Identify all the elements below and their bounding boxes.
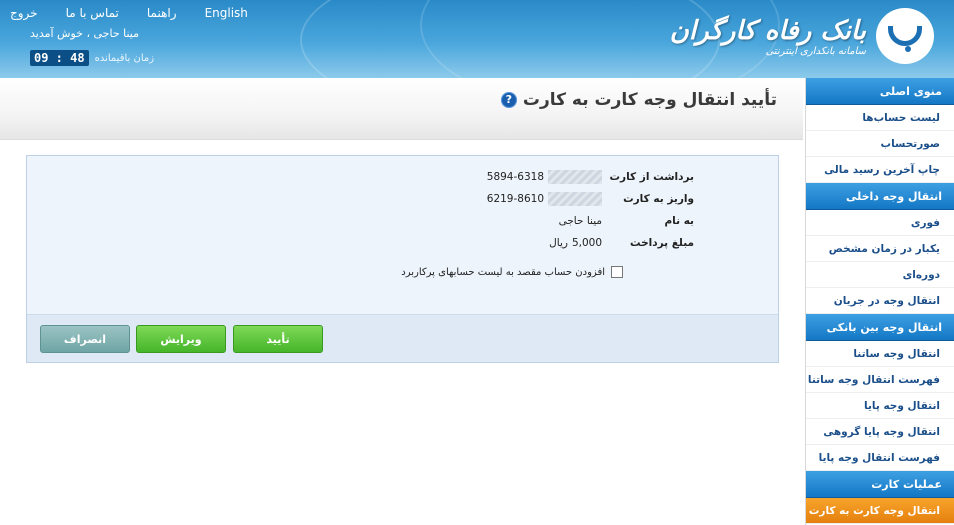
sidebar-menu: منوی اصلی لیست حساب‌ها صورتحساب چاپ آخری… [805,78,954,525]
amount-unit: ریال [549,237,568,249]
recipient-row: به نام مینا حاجی [294,210,694,232]
sidebar-item-pending[interactable]: انتقال وجه در جریان [806,288,954,314]
sidebar-item-scheduled[interactable]: یکبار در زمان مشخص [806,236,954,262]
sidebar-item-last-receipt[interactable]: چاپ آخرین رسید مالی [806,157,954,183]
brand-text: بانک رفاه کارگران سامانه بانکداری اینترن… [670,16,866,57]
bank-logo-icon [876,8,934,64]
brand-subtitle: سامانه بانکداری اینترنتی [765,45,866,57]
page-title-band: تأیید انتقال وجه کارت به کارت ? [0,78,803,140]
source-card-label: برداشت از کارت [609,171,694,183]
amount-label: مبلغ پرداخت [629,237,694,249]
sidebar-item-paya-group[interactable]: انتقال وجه پایا گروهی [806,419,954,445]
dest-card-value: 6219-8610 [487,192,602,206]
sidebar-item-paya[interactable]: انتقال وجه پایا [806,393,954,419]
help-icon[interactable]: ? [500,92,517,108]
source-card-row: برداشت از کارت 5894-6318 [294,166,694,188]
add-favorite-row: افزودن حساب مقصد به لیست حسابهای پرکاربر… [401,266,623,278]
confirm-button[interactable]: تأیید [233,325,323,353]
cancel-button[interactable]: انصراف [40,325,130,353]
masked-digits [548,170,602,184]
timer-value: 09 : 48 [30,50,89,66]
sidebar-section-interbank[interactable]: انتقال وجه بین بانکی [806,314,954,341]
sidebar-item-satna-list[interactable]: فهرست انتقال وجه ساتنا [806,367,954,393]
dest-card-label: واریز به کارت [623,193,694,205]
session-timer: 09 : 48 زمان باقیمانده [30,50,154,66]
dest-card-number: 6219-8610 [486,193,544,205]
masked-digits [548,192,602,206]
top-links: خروج تماس با ما راهنما English [10,6,248,20]
edit-button[interactable]: ویرایش [136,325,226,353]
source-card-number: 5894-6318 [486,171,544,183]
amount-row: مبلغ پرداخت 5,000 ریال [294,232,694,254]
add-favorite-checkbox[interactable] [611,266,623,278]
logout-link[interactable]: خروج [10,6,38,20]
confirmation-panel: برداشت از کارت 5894-6318 واریز به کارت 6… [26,155,779,363]
brand: بانک رفاه کارگران سامانه بانکداری اینترن… [670,8,934,64]
amount-value: 5,000 ریال [549,237,602,249]
confirmation-fields: برداشت از کارت 5894-6318 واریز به کارت 6… [294,166,694,254]
recipient-value: مینا حاجی [558,215,602,227]
sidebar-item-periodic[interactable]: دوره‌ای [806,262,954,288]
source-card-value: 5894-6318 [487,170,602,184]
english-link[interactable]: English [205,6,248,20]
button-bar: تأیید ویرایش انصراف [27,314,778,362]
sidebar-item-satna[interactable]: انتقال وجه ساتنا [806,341,954,367]
sidebar-item-paya-list[interactable]: فهرست انتقال وجه پایا [806,445,954,471]
amount-number: 5,000 [571,237,602,249]
sidebar-item-instant[interactable]: فوری [806,210,954,236]
dest-card-row: واریز به کارت 6219-8610 [294,188,694,210]
sidebar-section-internal-transfer[interactable]: انتقال وجه داخلی [806,183,954,210]
sidebar-section-main[interactable]: منوی اصلی [806,78,954,105]
sidebar-item-accounts[interactable]: لیست حساب‌ها [806,105,954,131]
page-title: تأیید انتقال وجه کارت به کارت [522,90,777,110]
help-link[interactable]: راهنما [147,6,177,20]
sidebar-item-card-to-card[interactable]: انتقال وجه کارت به کارت [806,498,954,524]
recipient-label: به نام [664,215,694,227]
contact-link[interactable]: تماس با ما [66,6,119,20]
site-header: خروج تماس با ما راهنما English مینا حاجی… [0,0,954,78]
welcome-text: مینا حاجی ، خوش آمدید [30,27,140,40]
sidebar-section-card-ops[interactable]: عملیات کارت [806,471,954,498]
sidebar-item-statement[interactable]: صورتحساب [806,131,954,157]
brand-title: بانک رفاه کارگران [669,15,866,46]
page-title-wrapper: تأیید انتقال وجه کارت به کارت ? [500,90,777,110]
timer-label: زمان باقیمانده [94,52,155,64]
add-favorite-label: افزودن حساب مقصد به لیست حسابهای پرکاربر… [401,266,605,278]
